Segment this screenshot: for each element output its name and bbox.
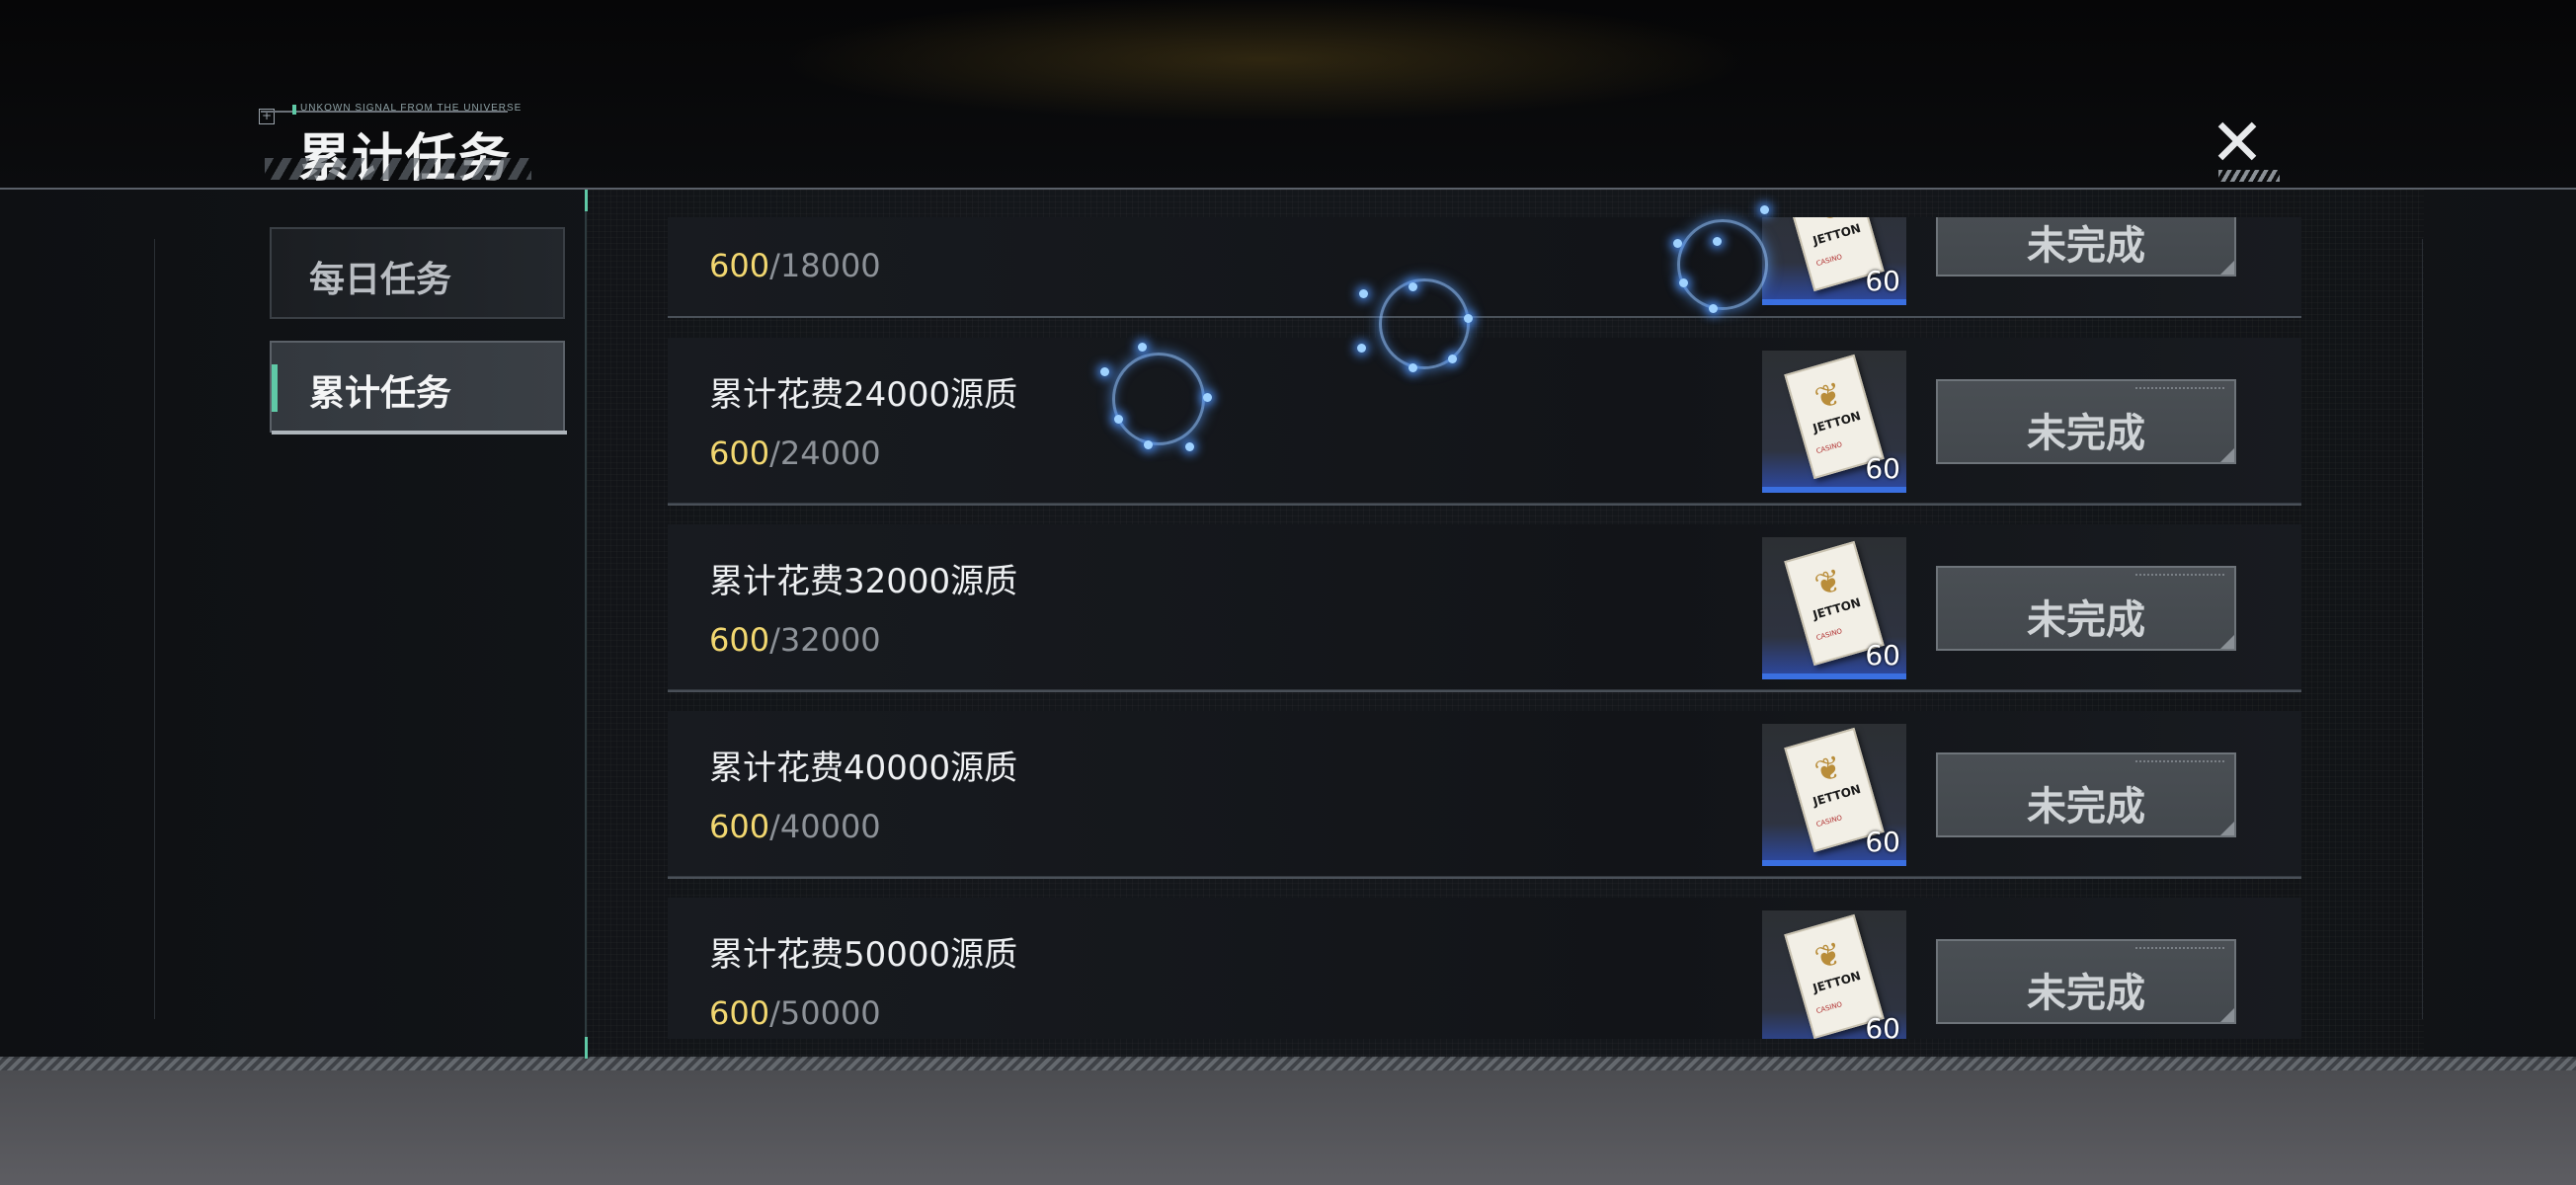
button-corner (2220, 261, 2234, 275)
glow-particle (1709, 304, 1718, 313)
card-sub: CASINO (1814, 627, 1844, 643)
reward-item[interactable]: ❦ JETTON CASINO 60 (1762, 537, 1906, 679)
task-row: 累计花费50000源质 600/50000 ❦ JETTON CASINO 60… (668, 876, 2301, 1039)
task-row: 累计花费24000源质 600/24000 ❦ JETTON CASINO 60… (668, 316, 2301, 506)
glow-particle (1203, 393, 1212, 402)
status-label: 未完成 (2027, 784, 2145, 830)
button-deco (2135, 387, 2224, 391)
reward-quantity: 60 (1865, 265, 1900, 297)
tab-label: 累计任务 (309, 373, 452, 414)
glow-particle (1448, 355, 1457, 363)
reward-quantity: 60 (1865, 1012, 1900, 1039)
task-row: 累计花费40000源质 600/40000 ❦ JETTON CASINO 60… (668, 689, 2301, 879)
button-deco (2135, 947, 2224, 951)
status-button[interactable]: 未完成 (1936, 566, 2236, 651)
sidebar-divider (585, 190, 587, 1059)
reward-item[interactable]: ❦ JETTON CASINO 60 (1762, 724, 1906, 866)
task-title: 累计花费40000源质 (709, 749, 1018, 788)
close-stripes (2218, 170, 2280, 182)
active-tab-underline (272, 431, 567, 434)
task-row: 累计花费32000源质 600/32000 ❦ JETTON CASINO 60… (668, 503, 2301, 692)
status-button[interactable]: 未完成 (1936, 217, 2236, 276)
glow-particle (1679, 278, 1688, 287)
task-progress: 600/24000 (709, 434, 881, 472)
task-progress: 600/32000 (709, 621, 881, 659)
glow-particle (1673, 239, 1682, 248)
tab-cumulative-tasks[interactable]: 累计任务 (270, 341, 567, 434)
glow-particle (1114, 415, 1123, 424)
divider-accent-bottom (585, 1037, 588, 1059)
progress-current: 600 (709, 994, 770, 1032)
button-corner (2220, 448, 2234, 462)
glow-ring-effect (1677, 219, 1768, 310)
glow-ring-effect (1112, 353, 1205, 445)
progress-target: /50000 (769, 994, 881, 1032)
close-button[interactable]: ✕ (2203, 109, 2272, 178)
task-title: 累计花费24000源质 (709, 375, 1018, 415)
task-title: 累计花费50000源质 (709, 935, 1018, 975)
glow-particle (1357, 344, 1366, 353)
progress-target: /40000 (769, 808, 881, 845)
emblem-icon: ❦ (1810, 747, 1847, 791)
progress-current: 600 (709, 621, 770, 659)
progress-target: /18000 (769, 247, 881, 284)
deco-line-left (154, 239, 155, 1019)
status-button[interactable]: 未完成 (1936, 379, 2236, 464)
reward-item[interactable]: ❦ JETTON CASINO 60 (1762, 217, 1906, 305)
status-label: 未完成 (2027, 597, 2145, 643)
button-corner (2220, 635, 2234, 649)
progress-target: /32000 (769, 621, 881, 659)
status-label: 未完成 (2027, 411, 2145, 456)
glow-particle (1760, 205, 1769, 214)
header-tag-marker (292, 105, 296, 115)
glow-particle (1409, 282, 1417, 291)
progress-current: 600 (709, 247, 770, 284)
reward-quantity: 60 (1865, 826, 1900, 858)
glow-particle (1713, 237, 1722, 246)
card-sub: CASINO (1814, 1000, 1844, 1016)
reward-item[interactable]: ❦ JETTON CASINO 60 (1762, 351, 1906, 493)
button-corner (2220, 822, 2234, 835)
button-deco (2135, 574, 2224, 578)
glow-particle (1359, 289, 1368, 298)
tab-label: 每日任务 (309, 260, 452, 300)
glow-particle (1144, 440, 1153, 449)
reward-quantity: 60 (1865, 639, 1900, 672)
card-sub: CASINO (1814, 253, 1844, 269)
progress-current: 600 (709, 808, 770, 845)
glow-particle (1464, 314, 1473, 323)
glow-particle (1185, 442, 1194, 451)
active-tab-marker (272, 364, 278, 412)
status-button[interactable]: 未完成 (1936, 752, 2236, 837)
card-sub: CASINO (1814, 440, 1844, 456)
status-button[interactable]: 未完成 (1936, 939, 2236, 1024)
progress-target: /24000 (769, 434, 881, 472)
title-stripes (265, 158, 531, 180)
task-row: 600/18000 ❦ JETTON CASINO 60 未完成 (668, 217, 2301, 318)
divider-accent-top (585, 190, 588, 211)
background-bottom (0, 1059, 2576, 1185)
reward-item[interactable]: ❦ JETTON CASINO 60 (1762, 910, 1906, 1039)
glow-particle (1409, 363, 1417, 372)
emblem-icon: ❦ (1810, 933, 1847, 978)
reward-quantity: 60 (1865, 452, 1900, 485)
tab-daily-tasks[interactable]: 每日任务 (270, 227, 565, 319)
button-corner (2220, 1008, 2234, 1022)
button-deco (2135, 760, 2224, 764)
emblem-icon: ❦ (1810, 373, 1847, 418)
emblem-icon: ❦ (1810, 560, 1847, 604)
deco-line-right (2422, 239, 2423, 1019)
glow-particle (1100, 367, 1109, 376)
glow-particle (1138, 343, 1147, 352)
card-sub: CASINO (1814, 814, 1844, 830)
status-label: 未完成 (2027, 971, 2145, 1016)
task-progress: 600/40000 (709, 808, 881, 845)
task-title: 累计花费32000源质 (709, 562, 1018, 601)
task-progress: 600/18000 (709, 247, 881, 284)
task-list[interactable]: 600/18000 ❦ JETTON CASINO 60 未完成 累计花费240… (668, 217, 2301, 1039)
header-tagline: UNKOWN SIGNAL FROM THE UNIVERSE (300, 103, 523, 114)
task-progress: 600/50000 (709, 994, 881, 1032)
status-label: 未完成 (2027, 223, 2145, 269)
progress-current: 600 (709, 434, 770, 472)
